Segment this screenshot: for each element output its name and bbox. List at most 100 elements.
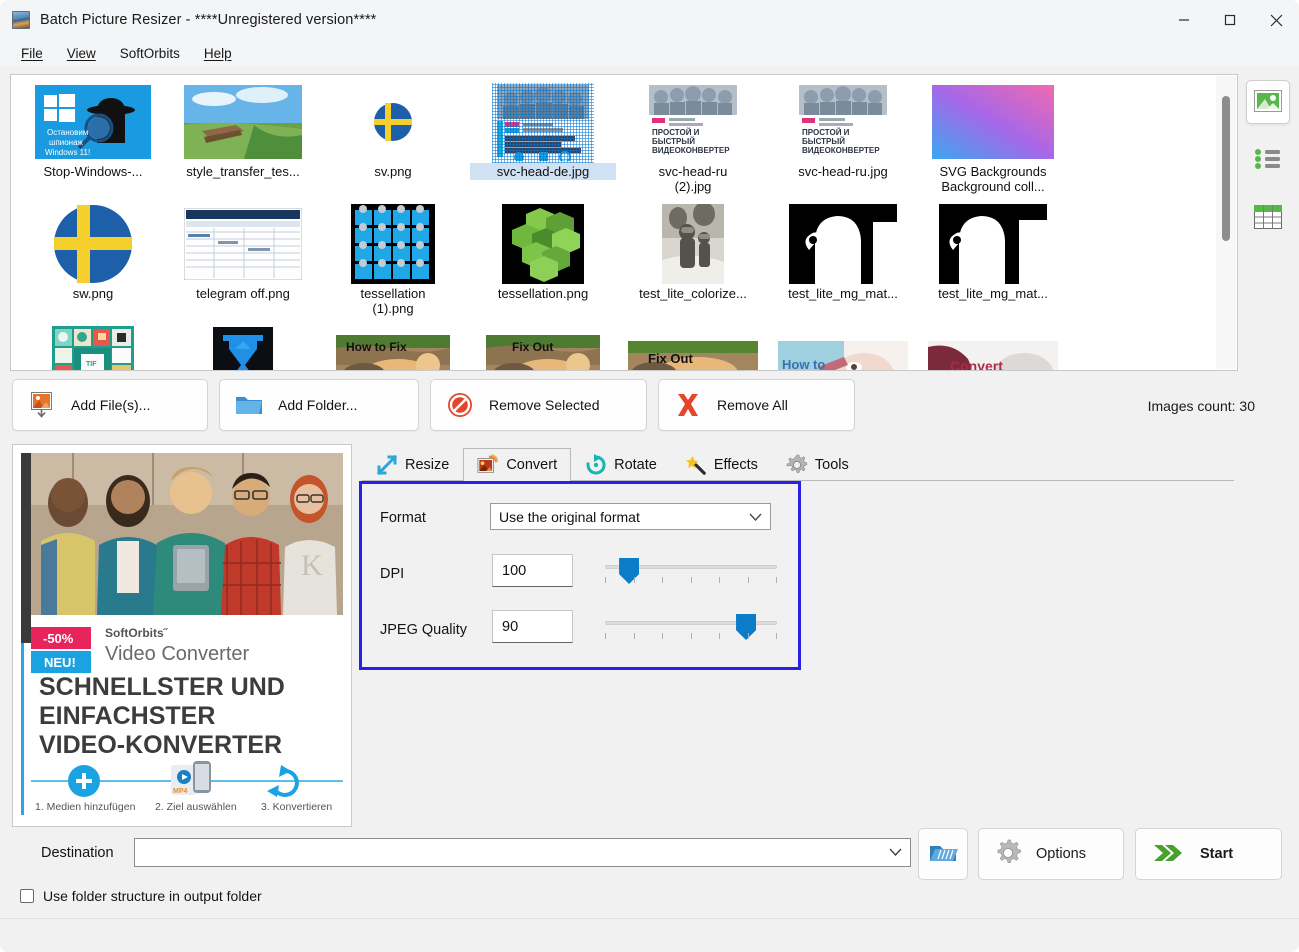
thumbnail-item[interactable]: test_lite_colorize...	[619, 203, 767, 323]
app-icon	[12, 11, 30, 29]
add-files-button[interactable]: Add File(s)...	[12, 379, 208, 431]
thumbnail-item[interactable]: tessellation.png	[469, 203, 617, 323]
thumbnail-caption: test_lite_colorize...	[639, 286, 747, 301]
scrollbar-thumb[interactable]	[1222, 96, 1230, 241]
add-files-label: Add File(s)...	[71, 397, 151, 413]
thumbnail-image	[619, 203, 767, 285]
menu-help[interactable]: Help	[193, 43, 243, 64]
picture-icon	[1254, 89, 1282, 115]
thumbnail-item[interactable]: time.png	[169, 325, 317, 370]
thumbnail-item[interactable]: ПРОСТОЙ И БЫСТРЫЙ ВИДЕОКОНВЕРТЕР svc-head-…	[769, 81, 917, 201]
thumbnail-image: Fix Out of Focus Pictures	[469, 325, 617, 370]
thumbnail-item-selected[interactable]: svc-head-de.jpg	[469, 81, 617, 201]
menu-softorbits-label: SoftOrbits	[119, 45, 180, 61]
svg-text:Video Converter: Video Converter	[105, 643, 250, 665]
thumbnail-item[interactable]: sv.png	[319, 81, 467, 201]
dpi-slider[interactable]	[605, 558, 777, 588]
thumbnail-caption: telegram off.png	[196, 286, 290, 301]
close-button[interactable]	[1253, 0, 1299, 40]
thumbnail-item[interactable]: Остановим шпионаж Windows 11! Stop-Windo…	[19, 81, 167, 201]
thumbnail-image	[769, 203, 917, 285]
thumbnail-view-button[interactable]	[1246, 80, 1290, 124]
destination-input[interactable]	[134, 838, 911, 867]
thumbnail-image: ПРОСТОЙ И БЫСТРЫЙ ВИДЕОКОНВЕРТЕР	[619, 81, 767, 163]
options-label: Options	[1036, 846, 1086, 862]
thumbnail-caption: test_lite_mg_mat...	[788, 286, 898, 301]
thumbnail-item[interactable]: How to	[769, 325, 917, 370]
thumbnail-item[interactable]: TIF tiff.jpg	[19, 325, 167, 370]
svg-text:Fix Out: Fix Out	[648, 351, 693, 366]
dpi-label-row: DPI	[380, 566, 404, 582]
options-button[interactable]: Options	[978, 828, 1124, 880]
use-folder-structure-checkbox[interactable]	[20, 889, 34, 903]
svg-text:БЫСТРЫЙ: БЫСТРЫЙ	[652, 137, 695, 146]
svg-text:Fix Out: Fix Out	[512, 340, 553, 354]
svg-text:ВИДЕОКОНВЕРТЕР: ВИДЕОКОНВЕРТЕР	[802, 146, 880, 155]
tab-rotate[interactable]: Rotate	[571, 448, 671, 481]
settings-tabs: Resize Convert Rotate Effects Tools	[362, 447, 1234, 481]
start-button[interactable]: Start	[1135, 828, 1282, 880]
add-folder-button[interactable]: Add Folder...	[219, 379, 419, 431]
svg-text:Convert: Convert	[950, 358, 1003, 370]
thumbnail-caption: svc-head-de.jpg	[470, 163, 616, 180]
menu-view[interactable]: View	[56, 43, 107, 64]
thumbnail-item[interactable]: SVG Backgrounds Background coll...	[919, 81, 1067, 201]
resize-arrows-icon	[376, 454, 398, 476]
convert-image-icon	[477, 454, 499, 476]
window-title: Batch Picture Resizer - ****Unregistered…	[40, 12, 377, 28]
svg-text:MP4: MP4	[173, 788, 188, 795]
thumbnail-item[interactable]: style_transfer_tes...	[169, 81, 317, 201]
svg-text:NEU!: NEU!	[44, 655, 76, 670]
details-view-button[interactable]	[1246, 196, 1290, 240]
thumbnail-item[interactable]: Convert	[919, 325, 1067, 370]
remove-selected-button[interactable]: Remove Selected	[430, 379, 647, 431]
svg-text:SCHNELLSTER UND: SCHNELLSTER UND	[39, 673, 285, 701]
browse-folder-button[interactable]	[918, 828, 968, 880]
thumbnail-caption: svc-head-ru (2).jpg	[658, 164, 728, 194]
thumbnail-item[interactable]: How to Fix Out of Focus Title2.jpg	[319, 325, 467, 370]
minimize-button[interactable]	[1161, 0, 1207, 40]
use-folder-structure-row[interactable]: Use folder structure in output folder	[20, 888, 262, 904]
thumbnail-item[interactable]: test_lite_mg_mat...	[919, 203, 1067, 323]
thumbnail-caption: Stop-Windows-...	[43, 164, 143, 179]
svg-text:How to: How to	[782, 357, 825, 370]
tab-convert[interactable]: Convert	[463, 448, 572, 481]
thumbnail-item[interactable]: telegram off.png	[169, 203, 317, 323]
remove-all-button[interactable]: Remove All	[658, 379, 855, 431]
thumbnail-item[interactable]: test_lite_mg_mat...	[769, 203, 917, 323]
magic-wand-icon	[685, 454, 707, 476]
thumbnail-caption: svc-head-ru.jpg	[798, 164, 888, 179]
menu-softorbits[interactable]: SoftOrbits	[109, 43, 191, 64]
folder-icon	[234, 393, 264, 417]
thumbnail-item[interactable]: Fix Out	[619, 325, 767, 370]
thumbnail-item[interactable]: ПРОСТОЙ И БЫСТРЫЙ ВИДЕОКОНВЕРТЕР svc-head-…	[619, 81, 767, 201]
status-bar	[0, 918, 1299, 952]
maximize-button[interactable]	[1207, 0, 1253, 40]
svg-text:2. Ziel auswählen: 2. Ziel auswählen	[155, 801, 237, 813]
svg-text:EINFACHSTER: EINFACHSTER	[39, 702, 215, 730]
thumbnail-image	[319, 203, 467, 285]
list-view-button[interactable]	[1246, 138, 1290, 182]
tab-tools[interactable]: Tools	[772, 448, 863, 481]
thumbnail-grid: Остановим шпионаж Windows 11! Stop-Windo…	[11, 75, 1215, 370]
jpeg-quality-slider[interactable]	[605, 614, 777, 644]
thumbnail-caption: sv.png	[374, 164, 412, 179]
tab-effects[interactable]: Effects	[671, 448, 772, 481]
menu-file[interactable]: File	[10, 43, 54, 64]
tab-resize[interactable]: Resize	[362, 448, 463, 481]
thumbnail-item[interactable]: Fix Out of Focus Pictures Title-fix-out.…	[469, 325, 617, 370]
thumbnail-caption: style_transfer_tes...	[186, 164, 300, 179]
file-action-buttons: Add File(s)... Add Folder... Remove Sele…	[12, 379, 855, 431]
thumbnail-item[interactable]: tessellation (1).png	[319, 203, 467, 323]
thumbnail-image	[469, 81, 617, 163]
chevron-down-icon	[749, 509, 762, 525]
thumbnail-scrollbar[interactable]	[1216, 76, 1236, 369]
destination-label: Destination	[41, 845, 114, 861]
dpi-input[interactable]: 100	[492, 554, 573, 587]
format-value: Use the original format	[499, 508, 640, 525]
remove-all-label: Remove All	[717, 397, 788, 413]
jpeg-quality-input[interactable]: 90	[492, 610, 573, 643]
format-dropdown[interactable]: Use the original format	[490, 503, 771, 530]
thumbnail-item[interactable]: sw.png	[19, 203, 167, 323]
image-preview[interactable]: K -50% NEU! SoftOrbits˝ Video Converter …	[12, 444, 352, 827]
